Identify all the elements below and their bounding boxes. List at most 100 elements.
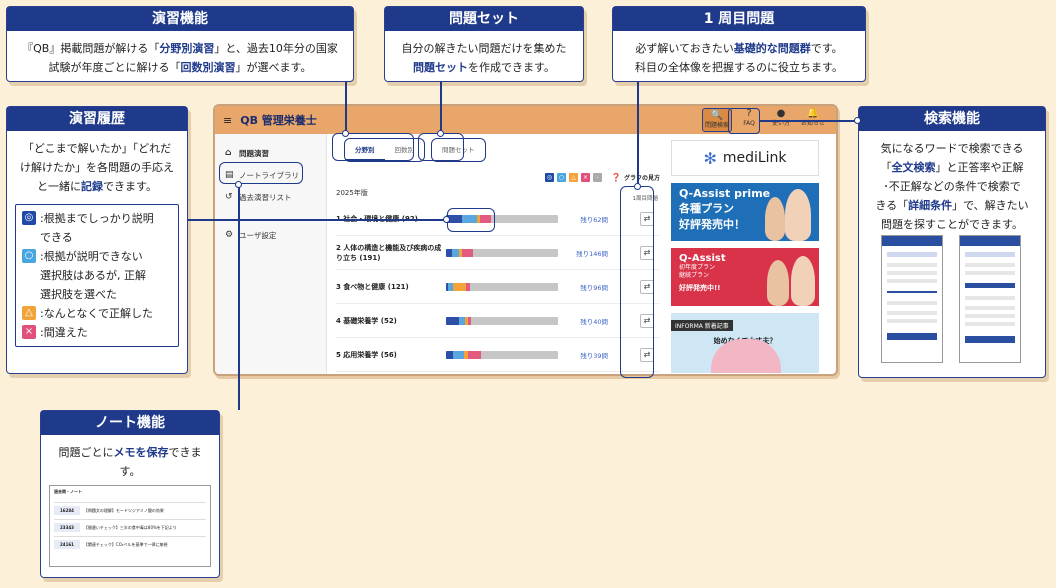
progress-segment xyxy=(468,350,481,359)
highlight-first-round-column xyxy=(620,186,654,378)
progress-segment xyxy=(446,316,460,325)
ad-medilink[interactable]: ✻ mediLink xyxy=(671,140,819,176)
legend-row: × :間違えた xyxy=(22,323,172,342)
triangle-icon: △ xyxy=(22,306,36,320)
header-button-label: 問題検索 xyxy=(704,122,729,129)
subject-name: 3 食べ物と健康 (121) xyxy=(336,282,409,291)
double-circle-icon: ◎ xyxy=(22,211,36,225)
filter-double-circle-icon[interactable]: ◎ xyxy=(545,172,555,182)
gear-icon: ⚙ xyxy=(225,230,234,240)
search-preview-screen-1 xyxy=(881,235,943,363)
remaining-count: 残り62問 xyxy=(580,215,608,224)
filter-circle-icon[interactable]: ○ xyxy=(557,172,567,182)
connector-dot xyxy=(342,130,349,137)
main-content: 分野別 回数別 問題セット ◎ ○ △ × - ❓ グラフの見方 2025年版 … xyxy=(328,134,668,374)
search-preview-screen-2 xyxy=(959,235,1021,363)
note-row: 24161 【関連チェック】CO₂ベルを基準で一律に無視 xyxy=(54,536,206,549)
connector-dot xyxy=(235,181,242,188)
sidebar-item-settings[interactable]: ⚙ ユーザ設定 xyxy=(215,224,326,246)
legend-row: ○:根拠が説明できない 選択肢はあるが, 正解 選択肢を選べた xyxy=(22,247,172,304)
legend-row: △ :なんとなくで正解した xyxy=(22,304,172,323)
app-logo: QB 管理栄養士 xyxy=(240,114,317,127)
legend-text: :なんとなくで正解した xyxy=(40,307,154,320)
subject-row[interactable]: 2 人体の構造と機能及び疾病の成り立ち (191) 残り146問 ⇄ xyxy=(336,236,660,270)
progress-bar xyxy=(446,248,558,257)
progress-segment xyxy=(452,282,467,291)
subject-row[interactable]: 4 基礎栄養学 (52) 残り40問 ⇄ xyxy=(336,304,660,338)
sidebar-item-label: ユーザ設定 xyxy=(239,230,277,240)
callout-history: 演習履歴 「どこまで解いたか」「どれだ け解けたか」を各問題の手応え と一緒に記… xyxy=(6,106,188,374)
remaining-count: 残り39問 xyxy=(580,351,608,360)
callout-first-round: 1 周目問題 必ず解いておきたい基礎的な問題群です。 科目の全体像を把握するのに… xyxy=(612,6,866,82)
legend-row: ◎:根拠までしっかり説明 できる xyxy=(22,209,172,247)
legend-text: :根拠が説明できない xyxy=(40,250,143,263)
menu-icon[interactable]: ≡ xyxy=(223,114,232,127)
filter-triangle-icon[interactable]: △ xyxy=(569,172,579,182)
connector-dot xyxy=(437,130,444,137)
legend-text: 選択肢はあるが, 正解 xyxy=(40,269,146,282)
progress-segment xyxy=(451,248,460,257)
legend-text: :根拠までしっかり説明 xyxy=(40,212,154,225)
callout-search: 検索機能 気になるワードで検索できる 「全文検索」と正答率や正解 ･不正解などの… xyxy=(858,106,1046,378)
confidence-legend: ◎:根拠までしっかり説明 できる ○:根拠が説明できない 選択肢はあるが, 正解 選択肢… xyxy=(15,204,179,347)
remaining-count: 残り96問 xyxy=(580,283,608,292)
note-question-id: 16284 xyxy=(54,506,80,515)
progress-segment xyxy=(461,248,473,257)
progress-segment xyxy=(446,350,453,359)
legend-text: 選択肢を選べた xyxy=(40,288,117,301)
note-question-id: 23343 xyxy=(54,523,80,532)
ad-column: ✻ mediLink Q-Assist prime 各種プラン 好評発売中！ Q… xyxy=(671,140,819,374)
ad-q-assist-prime[interactable]: Q-Assist prime 各種プラン 好評発売中！ xyxy=(671,183,819,241)
progress-bar xyxy=(446,316,558,325)
graph-help-link[interactable]: グラフの見方 xyxy=(624,173,660,182)
subject-row[interactable]: 5 応用栄養学 (56) 残り39問 ⇄ xyxy=(336,338,660,372)
callout-first-round-title: 1 周目問題 xyxy=(613,7,865,31)
subject-name: 2 人体の構造と機能及び疾病の成り立ち (191) xyxy=(336,243,442,262)
medilink-logo-icon: ✻ xyxy=(703,148,717,168)
subject-name: 4 基礎栄養学 (52) xyxy=(336,316,397,325)
note-preview-title: 過去問・ノート xyxy=(54,489,82,494)
highlight-search-button xyxy=(728,108,760,134)
connector-line xyxy=(440,82,442,133)
subject-row[interactable]: 3 食べ物と健康 (121) 残り96問 ⇄ xyxy=(336,270,660,304)
progress-segment xyxy=(452,350,464,359)
app-window: ≡ QB 管理栄養士 🔍 問題検索? FAQ ● 使い方 🔔 お知らせ ⌂ 問題演習 ▤ ノートラ… xyxy=(213,104,838,376)
how-to-icon: ● xyxy=(776,108,786,119)
ad-q-assist[interactable]: Q-Assist 初年度プラン 継続プラン 好評発売中!! xyxy=(671,248,819,306)
connector-dot xyxy=(634,183,641,190)
sidebar-item-label: 問題演習 xyxy=(239,148,269,158)
callout-practice: 演習機能 『QB』掲載問題が解ける「分野別演習」と、過去10年分の国家 試験が年… xyxy=(6,6,354,82)
person-image xyxy=(785,189,811,241)
legend-text: :間違えた xyxy=(40,326,88,339)
edition-year: 2025年版 xyxy=(336,189,368,197)
cross-icon: × xyxy=(22,325,36,339)
progress-bar xyxy=(446,350,558,359)
note-text: 【問題文の理解】モードツジアミノ酸の効果 xyxy=(83,507,164,513)
person-image xyxy=(767,260,789,306)
history-icon: ↺ xyxy=(225,192,233,202)
toolbar: ◎ ○ △ × - ❓ グラフの見方 xyxy=(336,166,660,188)
connector-dot xyxy=(854,117,861,124)
filter-none-icon[interactable]: - xyxy=(593,172,603,182)
connector-line xyxy=(345,82,347,133)
note-text: 【間違いチェック】三半の食中毒は80%を下記より xyxy=(83,524,177,530)
ad-informa[interactable]: INFORMA 新着記事 始めなくて大丈夫？ xyxy=(671,313,819,373)
remaining-count: 残り146問 xyxy=(576,249,608,258)
note-text: 【関連チェック】CO₂ベルを基準で一律に無視 xyxy=(83,541,168,547)
highlight-question-set-tab xyxy=(418,133,464,161)
connector-line xyxy=(188,219,447,221)
callout-note: ノート機能 問題ごとにメモを保存できます。 過去問・ノート 16284 【問題文の… xyxy=(40,410,220,578)
note-row: 16284 【問題文の理解】モードツジアミノ酸の効果 xyxy=(54,502,206,515)
search-icon: 🔍 xyxy=(710,110,724,121)
callout-history-title: 演習履歴 xyxy=(7,107,187,131)
progress-segment xyxy=(468,316,471,325)
sidebar-item-practice[interactable]: ⌂ 問題演習 xyxy=(215,142,326,164)
person-image xyxy=(765,197,785,241)
sidebar-item-history[interactable]: ↺ 過去演習リスト xyxy=(215,186,326,208)
filter-cross-icon[interactable]: × xyxy=(581,172,591,182)
callout-search-title: 検索機能 xyxy=(859,107,1045,131)
highlight-practice-tabs xyxy=(332,133,414,161)
help-icon[interactable]: ❓ xyxy=(611,173,621,182)
connector-dot xyxy=(443,216,450,223)
progress-segment xyxy=(466,282,470,291)
